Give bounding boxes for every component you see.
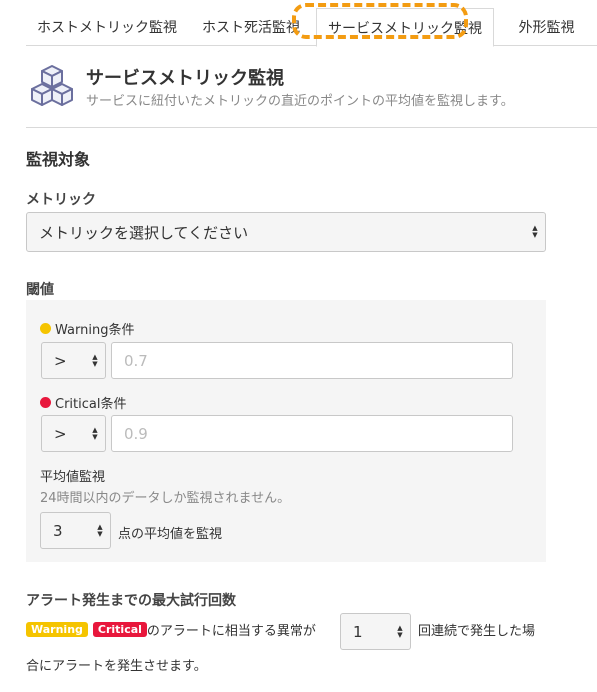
average-monitor-title: 平均値監視 — [40, 470, 106, 485]
tab-service-metric[interactable]: サービスメトリック監視 — [316, 8, 494, 47]
average-points-value: 3 — [53, 521, 63, 540]
warning-threshold-input[interactable] — [111, 342, 513, 379]
section-title: 監視対象 — [26, 150, 91, 169]
select-arrows-icon: ▲ ▼ — [532, 224, 538, 239]
warning-condition-label: Warning条件 — [40, 319, 134, 338]
page-header: サービスメトリック監視 サービスに紐付いたメトリックの直近のポイントの平均値を監… — [26, 60, 597, 128]
metric-select-value: メトリックを選択してください — [39, 223, 249, 242]
select-arrows-icon: ▲ ▼ — [97, 522, 103, 538]
retry-text-before: のアラートに相当する異常が — [146, 624, 316, 639]
warning-condition-text: Warning条件 — [55, 323, 135, 338]
page-subtitle: サービスに紐付いたメトリックの直近のポイントの平均値を監視します。 — [86, 94, 514, 109]
warning-badge: Warning — [26, 622, 88, 637]
average-monitor-note: 24時間以内のデータしか監視されません。 — [40, 491, 291, 506]
critical-condition-text: Critical条件 — [55, 397, 127, 412]
average-points-select[interactable]: 3 ▲ ▼ — [40, 512, 111, 549]
warning-operator-value: > — [54, 351, 67, 370]
average-points-suffix: 点の平均値を監視 — [118, 527, 223, 542]
tab-external[interactable]: 外形監視 — [496, 8, 597, 46]
monitor-type-tabs: ホストメトリック監視 ホスト死活監視 サービスメトリック監視 外形監視 — [26, 8, 597, 47]
retry-count-value: 1 — [353, 622, 363, 641]
select-arrows-icon: ▲ ▼ — [92, 352, 98, 368]
tab-host-metric[interactable]: ホストメトリック監視 — [26, 8, 188, 46]
retry-text-line2: 合にアラートを発生させます。 — [26, 659, 207, 674]
critical-dot-icon — [40, 397, 51, 408]
max-retry-label: アラート発生までの最大試行回数 — [26, 593, 236, 609]
select-arrows-icon: ▲ ▼ — [397, 623, 403, 639]
critical-badge: Critical — [92, 622, 147, 637]
retry-text-after: 回連続で発生した場 — [418, 624, 536, 639]
metric-label: メトリック — [26, 192, 96, 208]
page-title: サービスメトリック監視 — [86, 68, 284, 89]
critical-condition-label: Critical条件 — [40, 393, 126, 412]
warning-operator-select[interactable]: > ▲ ▼ — [41, 342, 106, 379]
metric-select[interactable]: メトリックを選択してください ▲ ▼ — [26, 212, 546, 252]
retry-count-select[interactable]: 1 ▲ ▼ — [340, 613, 411, 650]
critical-threshold-input[interactable] — [111, 415, 513, 452]
select-arrows-icon: ▲ ▼ — [92, 425, 98, 441]
critical-operator-value: > — [54, 424, 67, 443]
retry-sentence: Warning Critical のアラートに相当する異常が — [26, 620, 316, 639]
critical-operator-select[interactable]: > ▲ ▼ — [41, 415, 106, 452]
warning-dot-icon — [40, 323, 51, 334]
threshold-label: 閾値 — [26, 282, 54, 298]
tab-host-connectivity[interactable]: ホスト死活監視 — [188, 8, 314, 46]
cubes-icon — [31, 65, 73, 106]
